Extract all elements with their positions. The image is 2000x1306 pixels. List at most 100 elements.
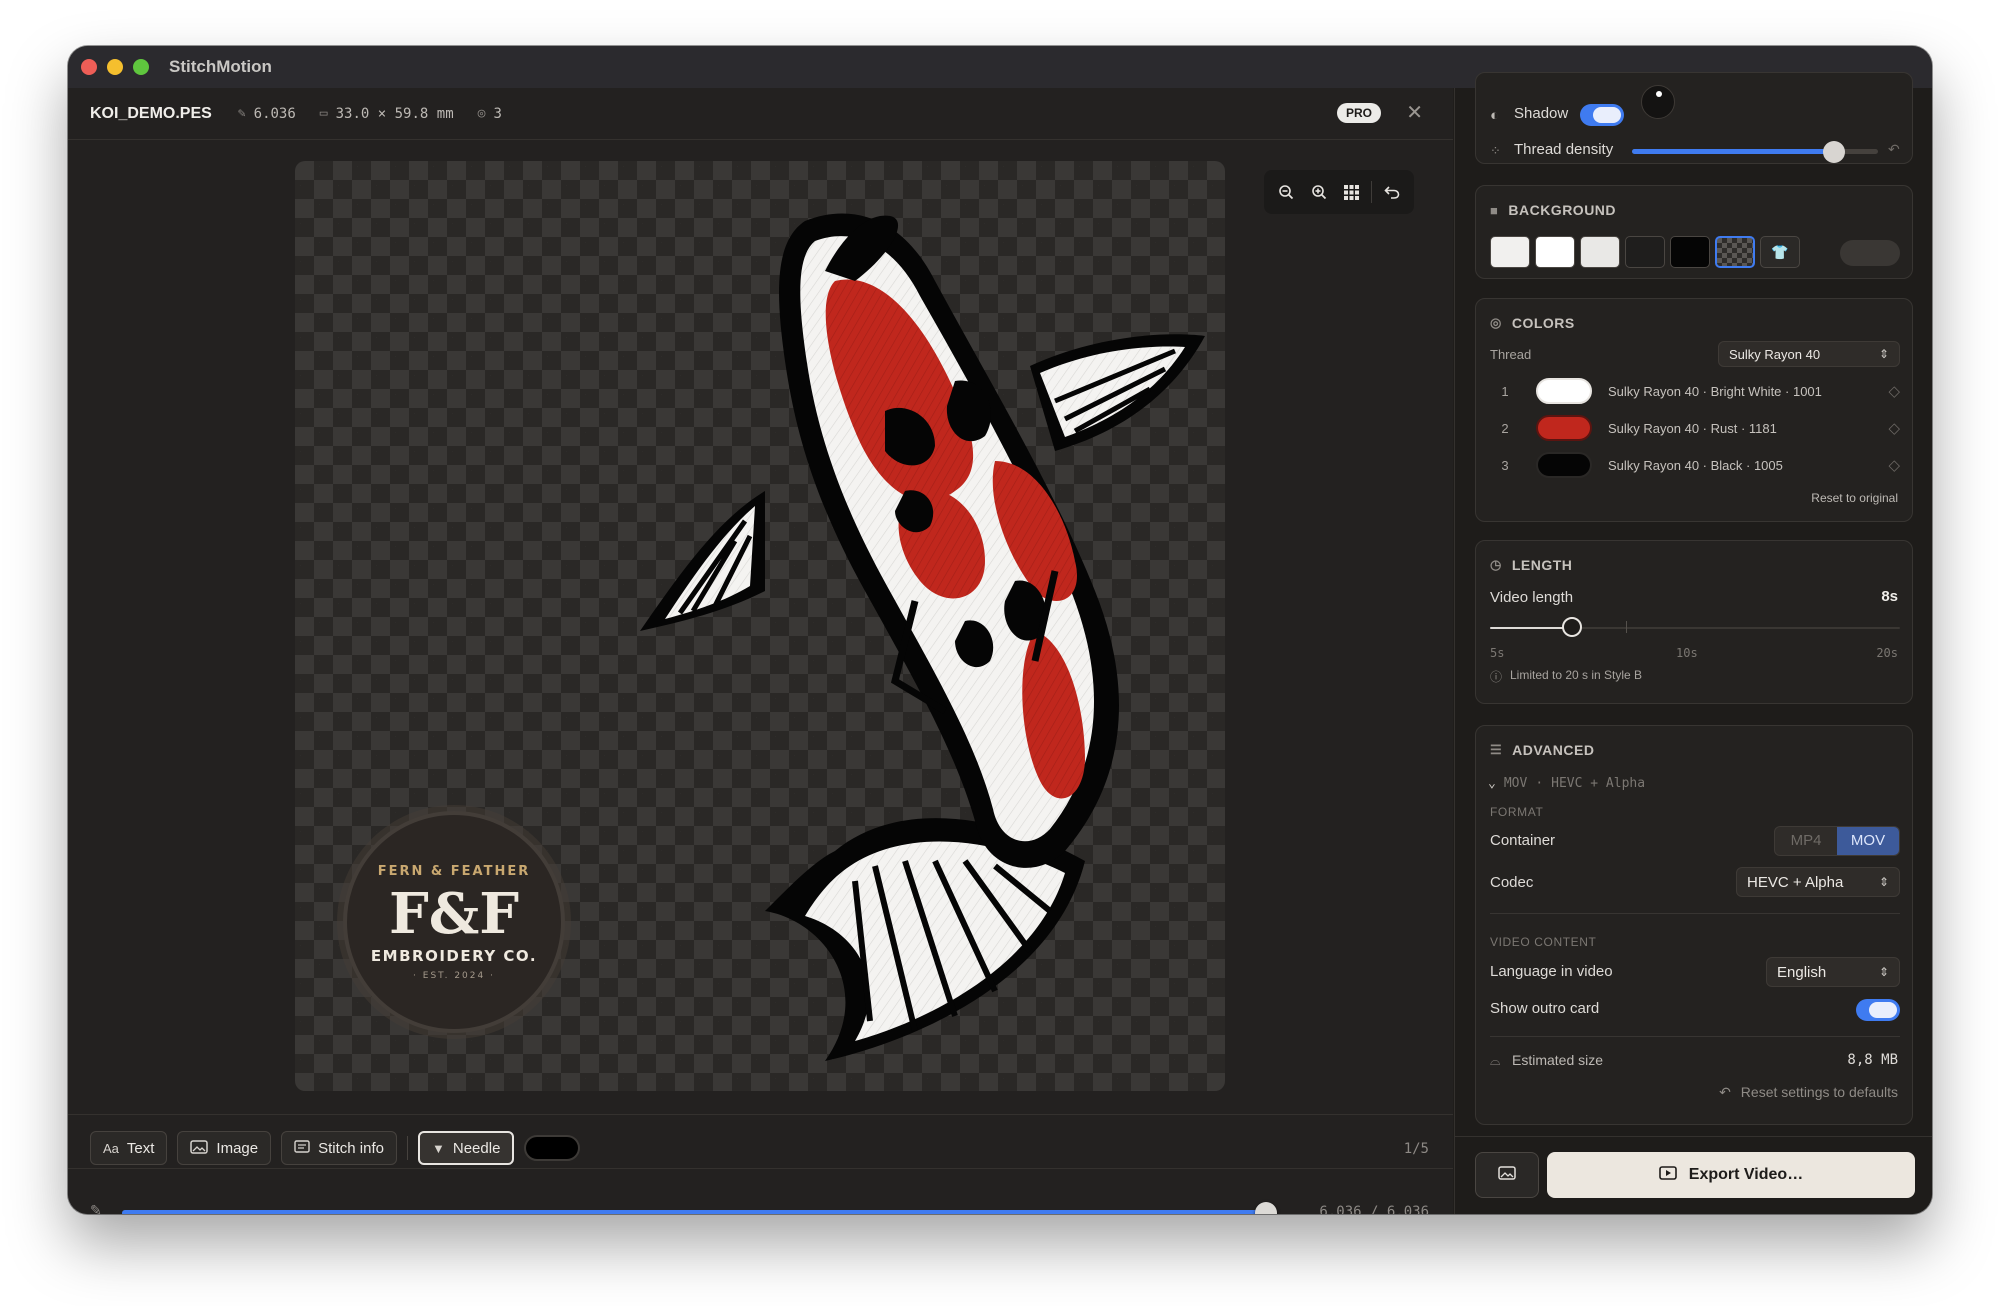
thread-color-row[interactable]: 2 Sulky Rayon 40 · Rust · 1181 ◇ [1490,414,1900,442]
codec-value: HEVC + Alpha [1747,873,1844,891]
grid-icon[interactable] [1338,179,1364,205]
drive-icon: ⌓ [1490,1053,1501,1068]
close-window-button[interactable] [81,59,97,75]
length-tick-min: 5s [1490,646,1505,660]
summary-container: MOV [1503,776,1528,791]
length-title: ◷ LENGTH [1490,557,1572,573]
container-mp4-option[interactable]: MP4 [1775,827,1837,855]
add-text-button[interactable]: Aa Text [90,1131,168,1165]
advanced-title-text: ADVANCED [1512,742,1595,758]
length-tick-mark [1626,621,1627,633]
thread-color-row[interactable]: 1 Sulky Rayon 40 · Bright White · 1001 ◇ [1490,377,1900,405]
length-tick-max: 20s [1876,646,1898,660]
outro-toggle[interactable] [1856,999,1900,1021]
shadow-icon: ◐ [1490,107,1500,124]
timeline-knob[interactable] [1255,1202,1277,1214]
settings-panel: ◐ Shadow ⁘ Thread density ↶ ■ BACKGROUND [1454,72,1932,1214]
background-title-text: BACKGROUND [1508,202,1617,218]
advanced-summary-toggle[interactable]: ⌄ MOV · HEVC + Alpha [1488,776,1645,791]
advanced-card: ☰ ADVANCED ⌄ MOV · HEVC + Alpha FORMAT C… [1475,725,1913,1125]
thread-color-row[interactable]: 3 Sulky Rayon 40 · Black · 1005 ◇ [1490,451,1900,479]
preview-canvas[interactable]: FERN & FEATHER F&F EMBROIDERY CO. · EST.… [295,161,1225,1091]
video-length-label: Video length [1490,589,1574,606]
export-video-button[interactable]: Export Video… [1547,1152,1915,1198]
reset-settings-link[interactable]: ↶ Reset settings to defaults [1719,1084,1898,1101]
overlay-toolbar: Aa Text Image Stitch info ▼ Needle [90,1128,581,1168]
text-button-label: Text [126,1139,155,1157]
needle-button[interactable]: ▼ Needle [418,1131,515,1165]
color-count-value: 3 [493,105,502,122]
background-swatch-black[interactable] [1670,236,1710,268]
container-mov-option[interactable]: MOV [1837,827,1899,855]
length-knob[interactable] [1562,617,1582,637]
codec-select[interactable]: HEVC + Alpha ⇕ [1736,867,1900,897]
density-knob[interactable] [1822,141,1845,163]
thread-color-number: 3 [1501,457,1509,473]
minimize-window-button[interactable] [107,59,123,75]
background-swatch-light[interactable] [1490,236,1530,268]
background-title: ■ BACKGROUND [1490,202,1616,218]
square-icon: ■ [1490,202,1499,218]
shadow-angle-dial[interactable] [1641,85,1675,119]
palette-icon: ◎ [477,106,486,121]
language-select[interactable]: English ⇕ [1766,957,1900,987]
file-name: KOI_DEMO.PES [90,104,212,122]
pro-badge: PRO [1336,103,1381,123]
stitch-info-button[interactable]: Stitch info [281,1131,397,1165]
length-fill [1490,627,1572,629]
thread-density-label: Thread density [1514,141,1614,158]
ruler-icon: ▭ [319,106,328,121]
tag-icon[interactable]: ◇ [1888,456,1900,474]
background-swatch-white[interactable] [1535,236,1575,268]
logo-monogram: F&F [388,880,520,947]
density-fill [1632,149,1834,154]
shadow-toggle[interactable] [1580,104,1624,126]
custom-color-button[interactable] [1840,240,1900,266]
image-button-label: Image [216,1139,259,1157]
add-image-button[interactable]: Image [177,1131,272,1165]
background-swatch-transparent[interactable] [1715,236,1755,268]
background-shirt-button[interactable]: 👕 [1760,236,1800,268]
export-image-button[interactable] [1475,1152,1539,1198]
logo-bottom-text: EMBROIDERY CO. [370,946,538,965]
tag-icon[interactable]: ◇ [1888,382,1900,400]
needle-color-swatch[interactable] [524,1135,581,1161]
timeline-scrubber[interactable] [122,1202,1277,1214]
logo-top-text: FERN & FEATHER [377,863,531,879]
section-divider [1490,913,1900,914]
bottom-divider [68,1114,1453,1115]
chevron-updown-icon: ⇕ [1878,965,1889,979]
zoom-in-icon[interactable] [1306,179,1332,205]
reset-density-icon[interactable]: ↶ [1888,141,1900,158]
stitch-progress-icon: ✎ [90,1202,102,1214]
reset-icon: ↶ [1719,1084,1731,1100]
thread-color-name: Sulky Rayon 40 · Black · 1005 [1608,457,1783,473]
koi-body [779,213,1119,868]
timeline-time: 6.036 / 6.036 [1319,1204,1429,1214]
undo-icon[interactable] [1379,179,1405,205]
thread-brand-select[interactable]: Sulky Rayon 40 ⇕ [1718,341,1900,367]
thread-color-swatch[interactable] [1536,378,1592,404]
zoom-window-button[interactable] [133,59,149,75]
logo-est-text: · EST. 2024 · [413,970,495,981]
reset-colors-link[interactable]: Reset to original [1811,491,1898,505]
tag-icon[interactable]: ◇ [1888,419,1900,437]
thread-color-name: Sulky Rayon 40 · Bright White · 1001 [1608,383,1822,399]
background-swatch-offwhite[interactable] [1580,236,1620,268]
chevron-updown-icon: ⇕ [1878,347,1889,361]
thread-density-slider[interactable] [1632,141,1878,163]
zoom-out-icon[interactable] [1273,179,1299,205]
language-label: Language in video [1490,963,1613,980]
estimated-size-label: Estimated size [1512,1052,1604,1068]
brand-logo: FERN & FEATHER F&F EMBROIDERY CO. · EST.… [343,811,565,1033]
traffic-lights [81,59,149,75]
video-length-slider[interactable] [1490,617,1900,637]
thread-color-swatch[interactable] [1536,452,1592,478]
close-file-icon[interactable]: ✕ [1406,100,1423,125]
needle-icon: ▼ [432,1140,445,1156]
container-label: Container [1490,832,1556,849]
thread-color-swatch[interactable] [1536,415,1592,441]
background-swatch-charcoal[interactable] [1625,236,1665,268]
editor-area: KOI_DEMO.PES ✎ 6.036 ▭ 33.0 × 59.8 mm ◎ … [68,88,1453,1214]
stitch-count-value: 6.036 [253,105,296,122]
